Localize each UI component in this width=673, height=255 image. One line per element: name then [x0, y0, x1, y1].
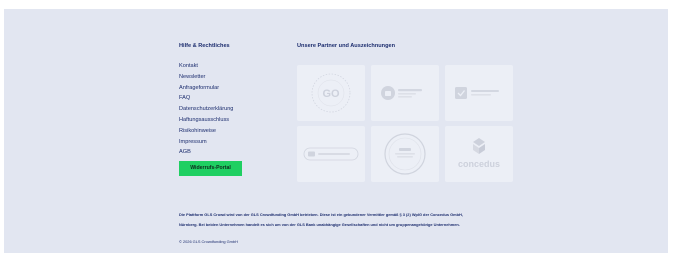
go-logo-text: GO — [322, 88, 340, 100]
help-legal-column: Hilfe & Rechtliches Kontakt Newsletter A… — [179, 43, 242, 177]
partner-card[interactable] — [297, 126, 365, 182]
disclaimer-line: Nürnberg. Bei beiden Unternehmen handelt… — [179, 221, 460, 227]
partners-heading: Unsere Partner und Auszeichnungen — [297, 43, 396, 49]
circle-seal-icon — [384, 133, 426, 175]
go-award-seal-icon: GO — [311, 73, 351, 113]
partner-card[interactable] — [371, 65, 439, 121]
wallet-badge-icon — [303, 147, 359, 161]
partner-logo-grid: GO concedus — [297, 65, 513, 182]
copyright-notice: © 2026 GLS Crowdfunding GmbH — [179, 239, 238, 244]
crowdfunding-check-badge-icon — [455, 87, 499, 99]
partners-column: Unsere Partner und Auszeichnungen GO con… — [297, 43, 513, 182]
link-agb[interactable]: AGB — [179, 149, 191, 155]
legal-disclaimer: Die Plattform GLS Crowd wird von der GLS… — [179, 210, 599, 229]
partner-card[interactable]: GO — [297, 65, 365, 121]
widerrufs-portal-button[interactable]: Widerrufs-Portal — [179, 161, 242, 177]
partner-card[interactable] — [445, 65, 513, 121]
secure-ssl-badge-icon — [381, 86, 422, 100]
concedus-logo-text: concedus — [458, 159, 500, 169]
site-footer: Hilfe & Rechtliches Kontakt Newsletter A… — [4, 9, 668, 253]
partner-card[interactable]: concedus — [445, 126, 513, 182]
partner-card[interactable] — [371, 126, 439, 182]
link-risikohinweise[interactable]: Risikohinweise — [179, 128, 216, 134]
help-legal-links: Kontakt Newsletter Anfrageformular FAQ D… — [179, 58, 242, 155]
concedus-logo-icon: concedus — [458, 138, 500, 169]
help-legal-heading: Hilfe & Rechtliches — [179, 43, 230, 49]
link-newsletter[interactable]: Newsletter — [179, 74, 205, 80]
disclaimer-line: Die Plattform GLS Crowd wird von der GLS… — [179, 212, 463, 217]
